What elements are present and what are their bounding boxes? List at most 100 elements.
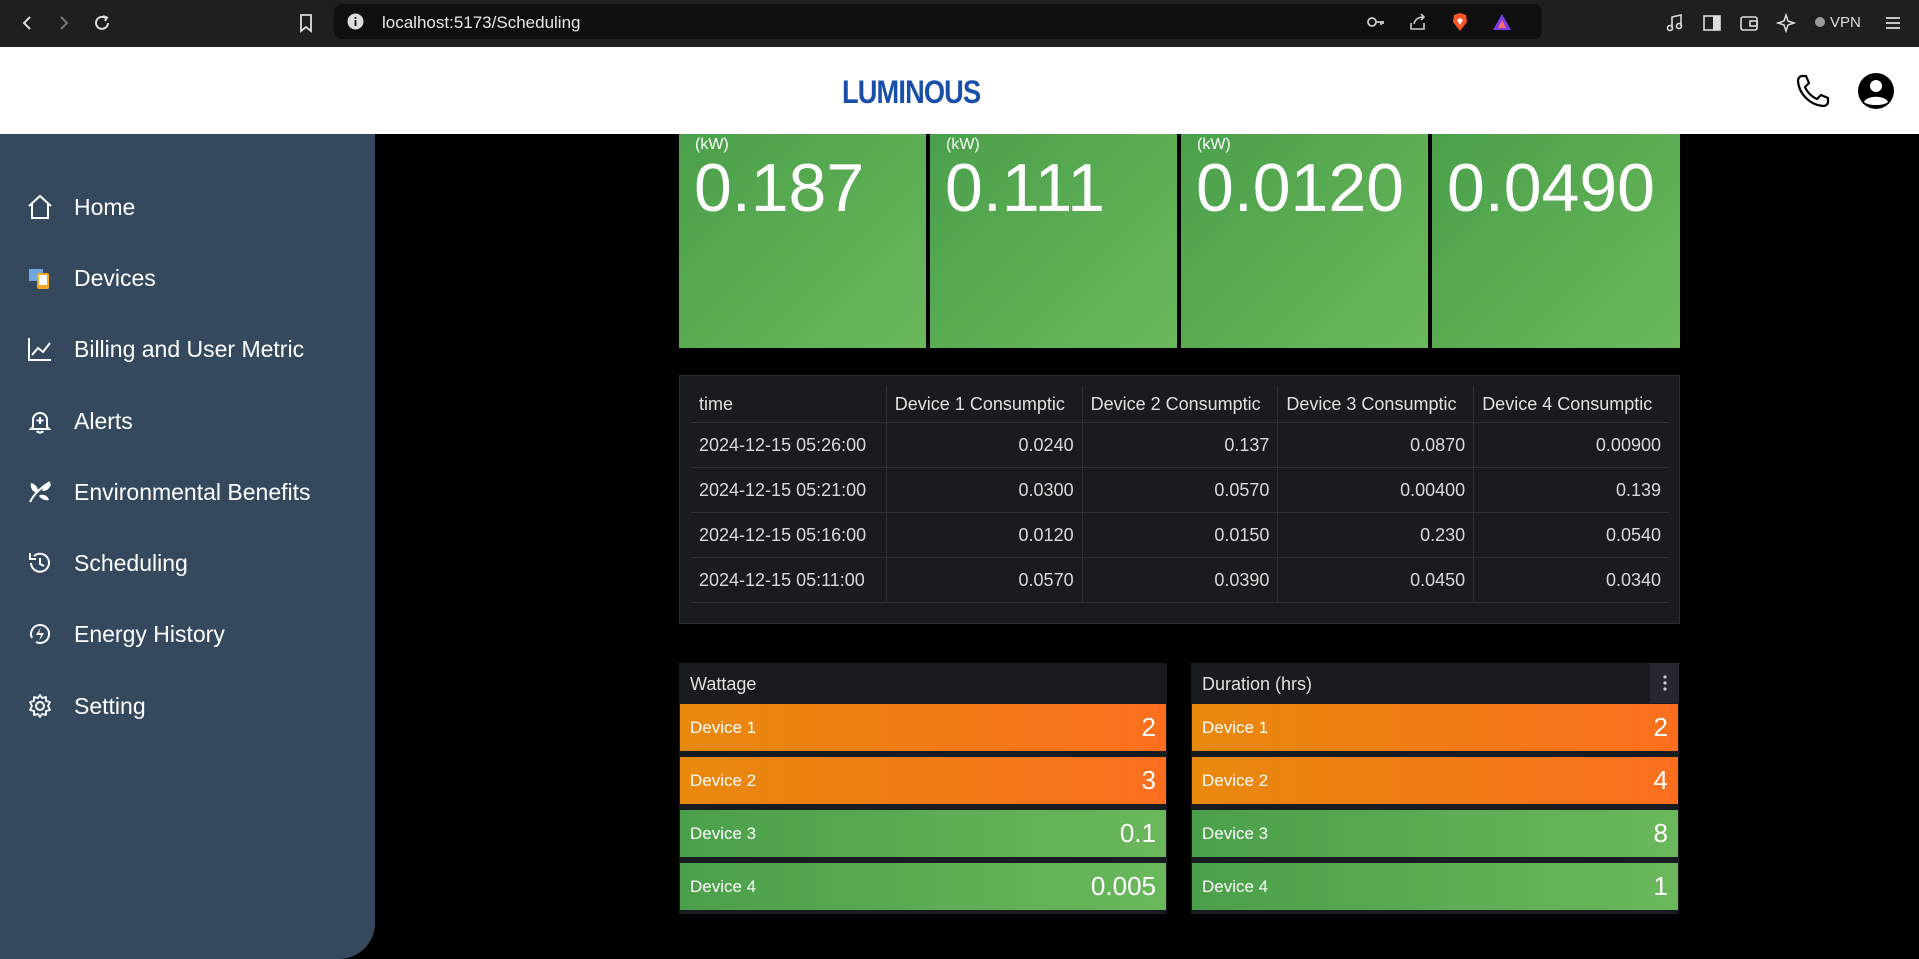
reload-icon[interactable] (87, 8, 117, 38)
sidebar-toggle-icon[interactable] (1697, 8, 1727, 38)
stat-value: 0.0490 (1447, 150, 1655, 226)
table-row: 2024-12-15 05:11:00 0.0570 0.0390 0.0450… (691, 557, 1669, 603)
luminous-logo[interactable]: LUMINOUS (842, 74, 981, 111)
share-icon[interactable] (1408, 12, 1428, 32)
panel-title: Wattage (690, 674, 757, 694)
table-cell: 0.00400 (1277, 467, 1474, 513)
stat-card: (kW) 0.0120 (1181, 134, 1428, 348)
media-icon[interactable] (1660, 8, 1690, 38)
gauge-label: Device 4 (690, 876, 757, 896)
gauge-value: 0.005 (1090, 871, 1156, 901)
home-icon (26, 193, 54, 221)
column-header-device-3[interactable]: Device 3 Consumptic (1277, 386, 1474, 423)
gauge-bar-device-3: Device 3 8 (1192, 810, 1678, 857)
energy-icon (26, 620, 54, 648)
sidebar-item-label: Devices (74, 264, 156, 291)
sidebar-item-label: Setting (74, 692, 146, 719)
brave-rewards-icon[interactable] (1492, 12, 1512, 32)
gauge-label: Device 4 (1202, 876, 1269, 896)
devices-icon (26, 264, 54, 292)
back-icon[interactable] (12, 8, 42, 38)
gauge-bar-device-1: Device 1 2 (680, 704, 1166, 751)
sidebar-item-billing[interactable]: Billing and User Metric (26, 329, 304, 369)
sidebar-item-devices[interactable]: Devices (26, 258, 156, 298)
forward-icon[interactable] (49, 8, 79, 38)
app-header: LUMINOUS (0, 47, 1919, 134)
gauge-bar-device-4: Device 4 1 (1192, 863, 1678, 910)
stat-value: 0.0120 (1196, 150, 1404, 226)
table-row: 2024-12-15 05:16:00 0.0120 0.0150 0.230 … (691, 512, 1669, 558)
leo-ai-icon[interactable] (1771, 8, 1801, 38)
table-cell: 0.0540 (1473, 512, 1669, 558)
wallet-icon[interactable] (1734, 8, 1764, 38)
column-header-device-1[interactable]: Device 1 Consumptic (885, 386, 1083, 423)
gauge-label: Device 1 (690, 717, 757, 737)
column-header-time[interactable]: time (691, 386, 886, 423)
sidebar: Home Devices Billing and User Metric Ale… (0, 134, 375, 959)
table-cell: 0.230 (1277, 512, 1474, 558)
consumption-table: time Device 1 Consumptic Device 2 Consum… (691, 386, 1669, 603)
sidebar-item-label: Energy History (74, 620, 225, 647)
leaf-icon (26, 478, 54, 506)
table-row: 2024-12-15 05:26:00 0.0240 0.137 0.0870 … (691, 422, 1669, 468)
table-cell-time: 2024-12-15 05:26:00 (691, 422, 887, 468)
table-cell: 0.00900 (1473, 422, 1669, 468)
gauge-value: 3 (1141, 765, 1156, 795)
chart-line-icon (26, 335, 54, 363)
phone-icon[interactable] (1794, 72, 1832, 110)
table-cell: 0.0450 (1277, 557, 1474, 603)
table-cell: 0.0870 (1277, 422, 1474, 468)
sidebar-item-label: Environmental Benefits (74, 478, 311, 505)
account-icon[interactable] (1857, 72, 1895, 110)
table-cell: 0.0240 (885, 422, 1083, 468)
table-cell: 0.0570 (885, 557, 1083, 603)
sidebar-item-home[interactable]: Home (26, 187, 135, 227)
table-row: 2024-12-15 05:21:00 0.0300 0.0570 0.0040… (691, 467, 1669, 513)
gauge-bar-device-2: Device 2 4 (1192, 757, 1678, 804)
gauge-value: 2 (1141, 712, 1156, 742)
gauge-label: Device 1 (1202, 717, 1269, 737)
bell-icon (26, 407, 54, 435)
gauge-label: Device 3 (1202, 823, 1269, 843)
gauge-bar-device-1: Device 1 2 (1192, 704, 1678, 751)
table-cell-time: 2024-12-15 05:16:00 (691, 512, 887, 558)
gear-icon (26, 692, 54, 720)
gauge-label: Device 2 (1202, 770, 1269, 790)
gauge-label: Device 2 (690, 770, 757, 790)
gauge-value: 1 (1653, 871, 1668, 901)
vpn-label: VPN (1830, 13, 1861, 31)
address-bar[interactable]: localhost:5173/Scheduling (334, 4, 1542, 39)
panel-title: Duration (hrs) (1202, 674, 1313, 694)
sidebar-item-label: Alerts (74, 407, 133, 434)
wattage-panel: Wattage Device 1 2 Device 2 3 Device 3 0… (679, 663, 1167, 914)
browser-toolbar: localhost:5173/Scheduling VPN (0, 0, 1919, 47)
sidebar-item-environmental-benefits[interactable]: Environmental Benefits (26, 472, 311, 512)
stat-card: 0.0490 (1432, 134, 1680, 348)
column-header-device-4[interactable]: Device 4 Consumptic (1473, 386, 1669, 423)
site-info-icon[interactable] (347, 13, 364, 30)
sidebar-item-scheduling[interactable]: Scheduling (26, 543, 188, 583)
history-icon (26, 549, 54, 577)
stat-value: 0.187 (694, 150, 865, 226)
sidebar-item-setting[interactable]: Setting (26, 686, 146, 726)
brave-shield-icon[interactable] (1450, 12, 1470, 32)
table-cell: 0.0340 (1473, 557, 1669, 603)
table-cell: 0.139 (1473, 467, 1669, 513)
stat-value: 0.111 (945, 150, 1106, 226)
sidebar-item-alerts[interactable]: Alerts (26, 401, 133, 441)
key-icon[interactable] (1366, 12, 1386, 32)
table-cell: 0.0300 (885, 467, 1083, 513)
gauge-value: 0.1 (1119, 818, 1156, 848)
sidebar-item-energy-history[interactable]: Energy History (26, 614, 225, 654)
panel-menu-icon[interactable] (1650, 663, 1679, 703)
vpn-button[interactable]: VPN (1809, 10, 1867, 34)
gauge-label: Device 3 (690, 823, 757, 843)
stat-card: (kW) 0.111 (930, 134, 1177, 348)
bookmark-icon[interactable] (291, 8, 321, 38)
consumption-table-panel: time Device 1 Consumptic Device 2 Consum… (679, 375, 1680, 624)
column-header-device-2[interactable]: Device 2 Consumptic (1081, 386, 1278, 423)
gauge-bar-device-4: Device 4 0.005 (680, 863, 1166, 910)
menu-icon[interactable] (1878, 8, 1908, 38)
table-cell-time: 2024-12-15 05:11:00 (691, 557, 887, 603)
table-cell: 0.137 (1081, 422, 1278, 468)
